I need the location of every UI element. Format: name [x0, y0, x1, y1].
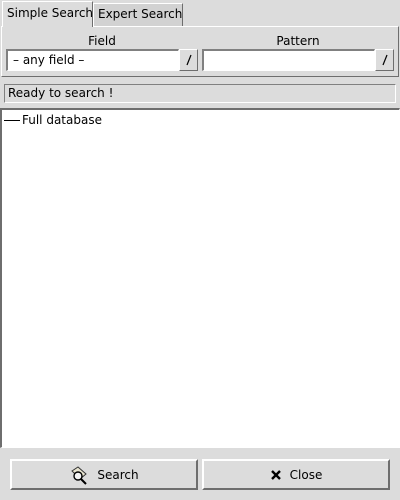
- slash-arrow-icon: [185, 54, 192, 66]
- tree-root-item[interactable]: Full database: [4, 112, 102, 128]
- pattern-input[interactable]: [202, 49, 375, 71]
- pattern-dropdown-button[interactable]: [375, 49, 394, 71]
- slash-arrow-icon: [381, 54, 388, 66]
- status-text: Ready to search !: [8, 86, 114, 100]
- magnifier-icon: [69, 465, 89, 485]
- status-bar: Ready to search !: [4, 84, 396, 103]
- close-button-label: Close: [289, 467, 323, 482]
- field-dropdown-button[interactable]: [179, 49, 198, 71]
- tab-simple-search-label: Simple Search: [7, 6, 94, 20]
- close-button[interactable]: Close: [202, 459, 390, 490]
- close-x-icon: [270, 469, 282, 481]
- database-tree[interactable]: Full database: [0, 108, 400, 448]
- tree-connector-line: [4, 119, 20, 121]
- search-button[interactable]: Search: [10, 459, 198, 490]
- tab-expert-search[interactable]: Expert Search: [93, 3, 183, 26]
- pattern-label: Pattern: [276, 34, 320, 48]
- field-select[interactable]: – any field –: [6, 49, 179, 71]
- tree-root-label: Full database: [22, 113, 102, 127]
- tab-simple-search[interactable]: Simple Search: [2, 1, 93, 27]
- field-label: Field: [88, 34, 116, 48]
- field-select-value: – any field –: [13, 53, 85, 67]
- search-button-label: Search: [97, 467, 139, 482]
- tab-expert-search-label: Expert Search: [98, 7, 183, 21]
